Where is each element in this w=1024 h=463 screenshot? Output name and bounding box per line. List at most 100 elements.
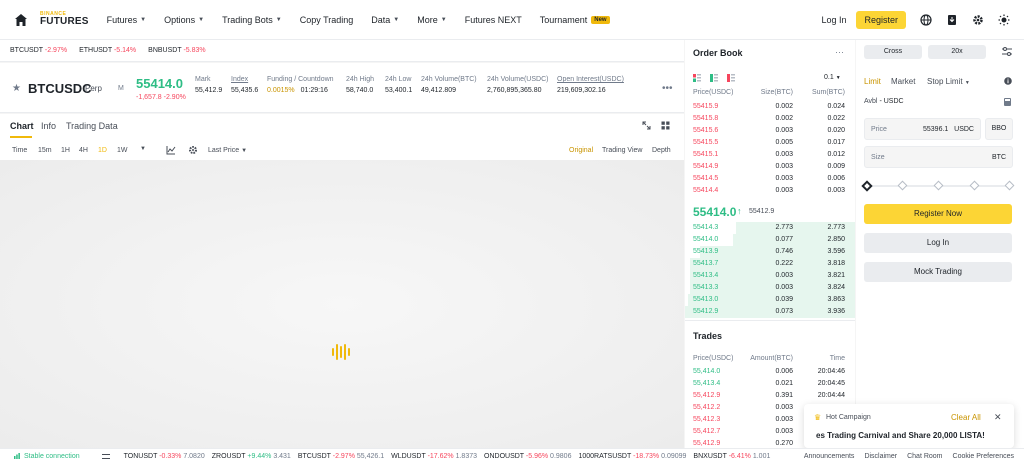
login-link[interactable]: Log In <box>821 15 846 25</box>
ask-row[interactable]: 55415.8 0.002 0.022 <box>685 113 855 125</box>
nav-item-options[interactable]: Options ▼ <box>164 15 204 25</box>
more-options-icon[interactable]: ••• <box>662 83 673 94</box>
book-view-bids-icon[interactable] <box>710 74 718 82</box>
register-button[interactable]: Register <box>856 10 906 29</box>
indicators-icon[interactable] <box>166 145 176 155</box>
price-type-select[interactable]: Last Price ▼ <box>208 147 247 154</box>
timeframe-1w[interactable]: 1W <box>117 147 128 154</box>
leverage-button[interactable]: 20x <box>928 45 986 59</box>
timeframe-4h[interactable]: 4H <box>79 147 88 154</box>
hot-campaign-popup[interactable]: ♛ Hot Campaign Clear All ✕ es Trading Ca… <box>804 404 1014 448</box>
layout-grid-icon[interactable] <box>661 121 670 130</box>
view-original[interactable]: Original <box>569 147 593 154</box>
favorite-ticker[interactable]: ETHUSDT -5.14% <box>79 47 136 54</box>
chart-canvas[interactable] <box>0 160 684 448</box>
nav-item-futures[interactable]: Futures ▼ <box>107 15 146 25</box>
info-icon[interactable] <box>1004 77 1012 85</box>
ask-row[interactable]: 55414.4 0.003 0.003 <box>685 185 855 197</box>
register-now-button[interactable]: Register Now <box>864 204 1012 224</box>
bid-row[interactable]: 55414.0 0.077 2.850 <box>685 234 855 246</box>
ask-row[interactable]: 55415.9 0.002 0.024 <box>685 101 855 113</box>
price-step-select[interactable]: 0.1 ▼ <box>824 74 841 81</box>
gear-icon[interactable] <box>972 14 984 26</box>
nav-item-trading-bots[interactable]: Trading Bots ▼ <box>222 15 282 25</box>
ask-row[interactable]: 55414.9 0.003 0.009 <box>685 161 855 173</box>
bottom-ticker[interactable]: BTCUSDT -2.97% 55,426.1 <box>298 453 384 460</box>
slider-handle[interactable] <box>861 180 873 192</box>
order-book-more-icon[interactable]: ··· <box>835 47 844 57</box>
favorite-ticker[interactable]: BTCUSDT -2.97% <box>10 47 67 54</box>
size-input[interactable]: Size BTC <box>864 146 1013 168</box>
binance-futures-logo[interactable]: BINANCE FUTURES <box>40 12 89 27</box>
timeframe-1h[interactable]: 1H <box>61 147 70 154</box>
stat-open-interest[interactable]: Open Interest(USDC) 219,609,302.16 <box>557 76 624 94</box>
bid-row[interactable]: 55413.7 0.222 3.818 <box>685 258 855 270</box>
ask-row[interactable]: 55415.5 0.005 0.017 <box>685 137 855 149</box>
ask-row[interactable]: 55415.1 0.003 0.012 <box>685 149 855 161</box>
calculator-icon[interactable] <box>1004 98 1011 106</box>
campaign-text[interactable]: es Trading Carnival and Share 20,000 LIS… <box>816 431 1006 440</box>
tab-info[interactable]: Info <box>41 121 56 131</box>
timeframe-15m[interactable]: 15m <box>38 147 52 154</box>
size-slider[interactable] <box>861 180 1015 192</box>
chart-settings-icon[interactable] <box>188 145 198 155</box>
ask-row[interactable]: 55415.6 0.003 0.020 <box>685 125 855 137</box>
bottom-ticker[interactable]: BNXUSDT -6.41% 1.001 <box>693 453 770 460</box>
clear-all-button[interactable]: Clear All <box>951 413 981 422</box>
download-icon[interactable] <box>946 14 958 26</box>
nav-item-tournament[interactable]: Tournament New <box>540 15 610 25</box>
bid-row[interactable]: 55413.3 0.003 3.824 <box>685 282 855 294</box>
book-view-both-icon[interactable] <box>693 74 701 82</box>
footer-link-cookie-preferences[interactable]: Cookie Preferences <box>953 453 1014 460</box>
favorite-ticker[interactable]: BNBUSDT -5.83% <box>148 47 205 54</box>
bid-row[interactable]: 55413.4 0.003 3.821 <box>685 270 855 282</box>
bid-row[interactable]: 55413.9 0.746 3.596 <box>685 246 855 258</box>
nav-item-futures-next[interactable]: Futures NEXT <box>465 15 522 25</box>
stat-index[interactable]: Index 55,435.6 <box>231 76 258 94</box>
symbol-name[interactable]: BTCUSDC <box>28 81 92 96</box>
theme-toggle-icon[interactable] <box>998 14 1010 26</box>
view-trading-view[interactable]: Trading View <box>602 147 642 154</box>
bid-row[interactable]: 55414.3 2.773 2.773 <box>685 222 855 234</box>
footer-link-chat-room[interactable]: Chat Room <box>907 453 942 460</box>
bottom-ticker[interactable]: ZROUSDT +9.44% 3.431 <box>212 453 291 460</box>
footer-link-disclaimer[interactable]: Disclaimer <box>864 453 897 460</box>
order-type-market[interactable]: Market <box>891 77 915 86</box>
bottom-ticker[interactable]: ONDOUSDT -5.96% 0.9806 <box>484 453 571 460</box>
home-icon[interactable] <box>14 13 28 27</box>
favorite-star-icon[interactable]: ★ <box>12 83 21 94</box>
bottom-ticker[interactable]: WLDUSDT -17.62% 1.8373 <box>391 453 477 460</box>
login-button[interactable]: Log In <box>864 233 1012 253</box>
margin-mode-button[interactable]: Cross <box>864 45 922 59</box>
ticker-settings-icon[interactable] <box>101 453 110 460</box>
book-view-asks-icon[interactable] <box>727 74 735 82</box>
mock-trading-button[interactable]: Mock Trading <box>864 262 1012 282</box>
view-depth[interactable]: Depth <box>652 147 671 154</box>
fullscreen-icon[interactable] <box>642 121 651 130</box>
price-input[interactable]: Price 55396.1 USDC <box>864 118 981 140</box>
slider-mark-50[interactable] <box>933 180 944 191</box>
timeframe-1d[interactable]: 1D <box>98 147 107 154</box>
slider-mark-75[interactable] <box>969 180 980 191</box>
slider-mark-100[interactable] <box>1004 180 1015 191</box>
bottom-ticker[interactable]: TONUSDT -0.33% 7.0820 <box>124 453 205 460</box>
nav-item-copy-trading[interactable]: Copy Trading <box>300 15 354 25</box>
globe-icon[interactable] <box>920 13 932 26</box>
tab-trading-data[interactable]: Trading Data <box>66 121 118 131</box>
nav-item-more[interactable]: More ▼ <box>417 15 446 25</box>
bid-row[interactable]: 55412.9 0.073 3.936 <box>685 306 855 318</box>
tab-chart[interactable]: Chart <box>10 121 34 131</box>
ask-row[interactable]: 55414.5 0.003 0.006 <box>685 173 855 185</box>
order-type-stop-limit[interactable]: Stop Limit ▼ <box>927 77 970 86</box>
slider-mark-25[interactable] <box>897 180 908 191</box>
close-icon[interactable]: ✕ <box>994 412 1002 423</box>
timeframe-time[interactable]: Time <box>12 147 27 154</box>
bottom-ticker[interactable]: 1000RATSUSDT -18.73% 0.09099 <box>578 453 686 460</box>
bbo-button[interactable]: BBO <box>985 118 1013 140</box>
timeframe-dropdown-icon[interactable]: ▼ <box>140 146 146 152</box>
nav-item-data[interactable]: Data ▼ <box>371 15 399 25</box>
bid-row[interactable]: 55413.0 0.039 3.863 <box>685 294 855 306</box>
sliders-icon[interactable] <box>1002 47 1012 56</box>
order-type-limit[interactable]: Limit <box>864 77 881 86</box>
footer-link-announcements[interactable]: Announcements <box>804 453 855 460</box>
